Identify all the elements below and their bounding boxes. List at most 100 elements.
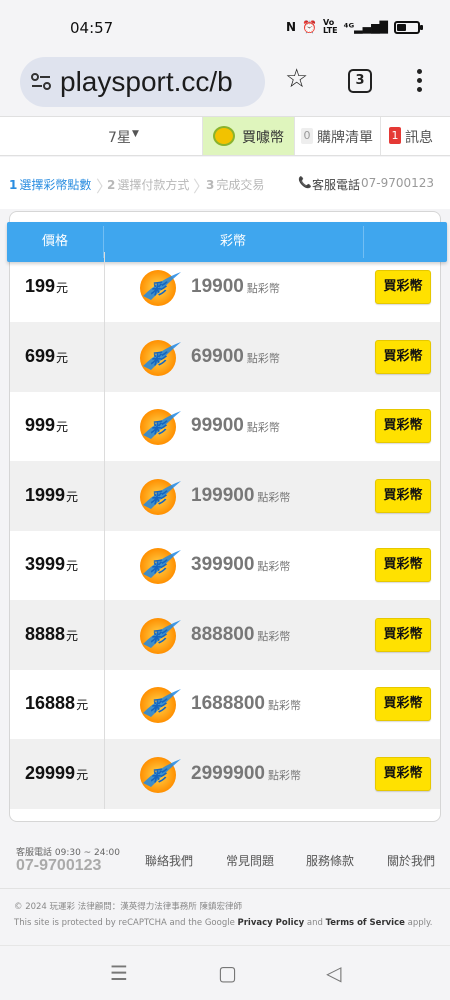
coin-icon bbox=[213, 126, 235, 146]
price-value: 29999元 bbox=[25, 762, 89, 783]
coin-amount: 399900 點彩幣 bbox=[191, 554, 291, 575]
status-time: 04:57 bbox=[70, 19, 114, 37]
messages-nav[interactable]: 1 訊息 bbox=[381, 117, 450, 155]
lottery-coin-logo-icon: 彩 bbox=[137, 544, 183, 586]
contact-link[interactable]: 聯絡我們 bbox=[145, 852, 193, 869]
about-link[interactable]: 關於我們 bbox=[387, 852, 435, 869]
price-value: 16888元 bbox=[25, 693, 89, 713]
column-divider bbox=[104, 669, 105, 739]
price-unit: 元 bbox=[76, 767, 89, 782]
lottery-type-label: 7星 bbox=[108, 130, 131, 146]
buy-coins-button[interactable]: 買彩幣 bbox=[375, 339, 431, 374]
step-1-label: 選擇彩幣點數 bbox=[19, 178, 92, 192]
table-row: 16888元 彩 1688800 點彩幣 買彩幣 bbox=[10, 669, 440, 739]
copyright-text: © 2024 玩運彩 法律顧問：漢英得力法律事務所 陳鎮宏律師 bbox=[14, 902, 242, 912]
table-row: 1999元 彩 199900 點彩幣 買彩幣 bbox=[10, 460, 440, 531]
lottery-coin-logo-icon: 彩 bbox=[137, 753, 183, 795]
service-phone-number[interactable]: 07-9700123 bbox=[361, 176, 434, 190]
buy-coins-nav[interactable]: 買噱幣 bbox=[203, 117, 295, 155]
home-icon[interactable]: ▢ bbox=[218, 961, 237, 985]
recent-apps-icon[interactable]: ☰ bbox=[110, 961, 128, 985]
coin-amount: 69900 點彩幣 bbox=[191, 345, 280, 367]
terms-of-service-link[interactable]: Terms of Service bbox=[326, 918, 405, 928]
status-icons: N ⏰ Vo LTE ⁴ᴳ▂▄▆█ bbox=[285, 19, 423, 35]
price-unit: 元 bbox=[56, 350, 69, 365]
price-value: 199元 bbox=[25, 276, 69, 296]
coin-amount: 2999900 點彩幣 bbox=[191, 762, 301, 784]
privacy-policy-link[interactable]: Privacy Policy bbox=[238, 918, 305, 928]
table-row: 3999元 彩 399900 點彩幣 買彩幣 bbox=[10, 530, 440, 600]
coin-amount: 888800 點彩幣 bbox=[191, 623, 291, 645]
lottery-type-dropdown[interactable]: 7星 ▼ bbox=[0, 117, 203, 155]
coin-unit: 點彩幣 bbox=[246, 283, 280, 295]
buy-coins-label: 買噱幣 bbox=[242, 130, 284, 146]
bookmark-star-icon[interactable]: ☆ bbox=[285, 66, 308, 92]
column-divider bbox=[104, 599, 105, 670]
url-text[interactable]: playsport.cc/b bbox=[60, 66, 233, 98]
buy-coins-button[interactable]: 買彩幣 bbox=[375, 548, 431, 582]
footer: 客服電話 09:30 ~ 24:00 07-9700123 聯絡我們 常見問題 … bbox=[0, 830, 450, 945]
buy-coins-button[interactable]: 買彩幣 bbox=[375, 409, 431, 443]
phone-icon: 📞 bbox=[298, 176, 312, 189]
price-unit: 元 bbox=[56, 420, 69, 434]
buy-coins-button[interactable]: 買彩幣 bbox=[375, 478, 431, 513]
nfc-icon: N bbox=[285, 20, 296, 34]
step-2-label: 選擇付款方式 bbox=[117, 178, 190, 192]
coin-unit: 點彩幣 bbox=[257, 630, 291, 643]
coin-unit: 點彩幣 bbox=[257, 561, 291, 573]
address-bar[interactable]: playsport.cc/b bbox=[20, 57, 265, 107]
checkout-steps: 1 選擇彩幣點數 〉 2 選擇付款方式 〉 3 完成交易 📞 客服電話 07-9700… bbox=[0, 157, 450, 209]
price-unit: 元 bbox=[66, 489, 79, 504]
browser-menu-icon[interactable] bbox=[412, 69, 426, 97]
coin-unit: 點彩幣 bbox=[267, 769, 301, 782]
price-value: 999元 bbox=[25, 415, 69, 435]
site-settings-icon[interactable] bbox=[30, 72, 52, 92]
coin-unit: 點彩幣 bbox=[257, 491, 291, 504]
purchase-list-label: 購牌清單 bbox=[317, 130, 373, 146]
price-unit: 元 bbox=[56, 281, 69, 295]
lottery-coin-logo-icon: 彩 bbox=[137, 266, 183, 308]
tab-switcher-button[interactable]: 3 bbox=[348, 69, 372, 93]
table-row: 29999元 彩 2999900 點彩幣 買彩幣 bbox=[10, 738, 440, 809]
step-1: 1 選擇彩幣點數 bbox=[9, 178, 92, 192]
price-value: 8888元 bbox=[25, 623, 79, 644]
coin-amount: 199900 點彩幣 bbox=[191, 484, 291, 506]
system-nav-bar: ☰ ▢ ◁ bbox=[0, 945, 450, 1000]
signal-icon: ⁴ᴳ▂▄▆█ bbox=[343, 20, 388, 34]
coin-amount: 99900 點彩幣 bbox=[191, 415, 280, 436]
faq-link[interactable]: 常見問題 bbox=[226, 852, 274, 869]
buy-coins-button[interactable]: 買彩幣 bbox=[375, 270, 431, 304]
step-3: 3 完成交易 bbox=[206, 178, 265, 192]
step-2: 2 選擇付款方式 bbox=[107, 178, 190, 192]
service-phone-label: 客服電話 bbox=[312, 178, 361, 192]
purchase-list-nav[interactable]: 0 購牌清單 bbox=[295, 117, 381, 155]
buy-coins-button[interactable]: 買彩幣 bbox=[375, 756, 431, 791]
column-divider bbox=[104, 460, 105, 531]
footer-divider bbox=[0, 888, 450, 889]
lottery-coin-logo-icon: 彩 bbox=[137, 475, 183, 517]
buy-coins-button[interactable]: 買彩幣 bbox=[375, 617, 431, 652]
back-icon[interactable]: ◁ bbox=[326, 961, 341, 985]
footer-phone[interactable]: 07-9700123 bbox=[16, 857, 101, 875]
price-unit: 元 bbox=[66, 628, 79, 643]
buy-coins-button[interactable]: 買彩幣 bbox=[375, 687, 431, 721]
status-bar: 04:57 N ⏰ Vo LTE ⁴ᴳ▂▄▆█ bbox=[0, 0, 450, 52]
terms-link[interactable]: 服務條款 bbox=[306, 852, 354, 869]
site-nav: 7星 ▼ 買噱幣 0 購牌清單 1 訊息 bbox=[0, 116, 450, 156]
price-value: 3999元 bbox=[25, 554, 79, 574]
coin-package-table: 價格 彩幣 199元彩 19900 點彩幣 買彩幣 699元彩 69900 點彩幣 買彩幣 99… bbox=[7, 211, 447, 822]
column-divider bbox=[104, 252, 105, 322]
price-unit: 元 bbox=[76, 698, 89, 712]
lottery-coin-logo-icon: 彩 bbox=[137, 683, 183, 725]
price-value: 699元 bbox=[25, 345, 69, 366]
column-divider bbox=[104, 738, 105, 809]
column-divider bbox=[104, 391, 105, 461]
table-row: 199元 彩 19900 點彩幣 買彩幣 bbox=[10, 252, 440, 322]
coin-unit: 點彩幣 bbox=[246, 352, 280, 365]
message-count-badge: 1 bbox=[389, 127, 401, 144]
step-3-label: 完成交易 bbox=[216, 178, 265, 192]
table-row: 699元 彩 69900 點彩幣 買彩幣 bbox=[10, 321, 440, 392]
lottery-coin-logo-icon: 彩 bbox=[137, 336, 183, 378]
cart-count-badge: 0 bbox=[301, 128, 313, 144]
table-row: 8888元 彩 888800 點彩幣 買彩幣 bbox=[10, 599, 440, 670]
